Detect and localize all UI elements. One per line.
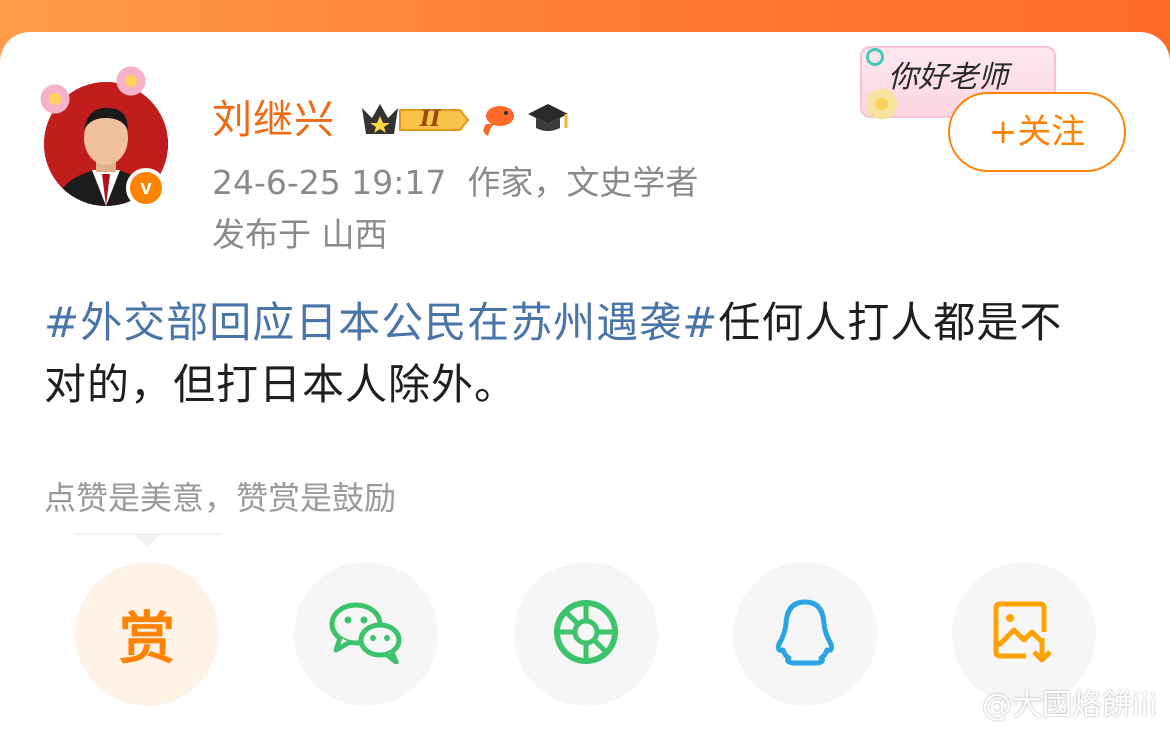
qq-icon — [775, 598, 835, 670]
follow-button[interactable]: +关注 — [948, 92, 1126, 172]
post-hashtag[interactable]: #外交部回应日本公民在苏州遇袭# — [44, 298, 718, 347]
watermark: @大國烙餅iii — [938, 684, 1157, 729]
post-content: #外交部回应日本公民在苏州遇袭#任何人打人都是不对的，但打日本人除外。 — [44, 292, 1104, 416]
share-qq-button[interactable] — [733, 562, 877, 706]
ribbon-decoration-icon — [866, 48, 884, 66]
share-wechat-button[interactable] — [294, 562, 438, 706]
post-location: 发布于 山西 — [212, 215, 388, 254]
flower-decoration-icon — [114, 64, 148, 98]
post-timestamp-and-bio: 24-6-25 19:17 作家，文史学者 — [212, 163, 699, 202]
save-image-icon — [992, 600, 1056, 668]
verified-badge-icon: v — [126, 168, 166, 208]
hint-pointer — [132, 533, 162, 547]
author-name[interactable]: 刘继兴 — [212, 92, 335, 148]
weibo-logo-icon — [938, 685, 978, 729]
reward-button[interactable]: 赏 — [75, 562, 219, 706]
watermark-text: @大國烙餅iii — [982, 688, 1158, 723]
crown-level-badge-icon: II — [360, 100, 470, 140]
koi-fish-icon — [478, 98, 518, 142]
reward-hint: 点赞是美意，赞赏是鼓励 — [44, 479, 397, 517]
moments-icon — [552, 598, 620, 670]
level-badge-label: II — [420, 106, 441, 132]
author-badges: II — [360, 98, 570, 142]
wechat-icon — [328, 600, 404, 668]
flower-decoration-icon — [38, 82, 72, 116]
flower-decoration-icon — [864, 86, 900, 122]
reward-icon: 赏 — [119, 606, 175, 672]
graduation-cap-icon — [526, 98, 570, 142]
share-moments-button[interactable] — [514, 562, 658, 706]
